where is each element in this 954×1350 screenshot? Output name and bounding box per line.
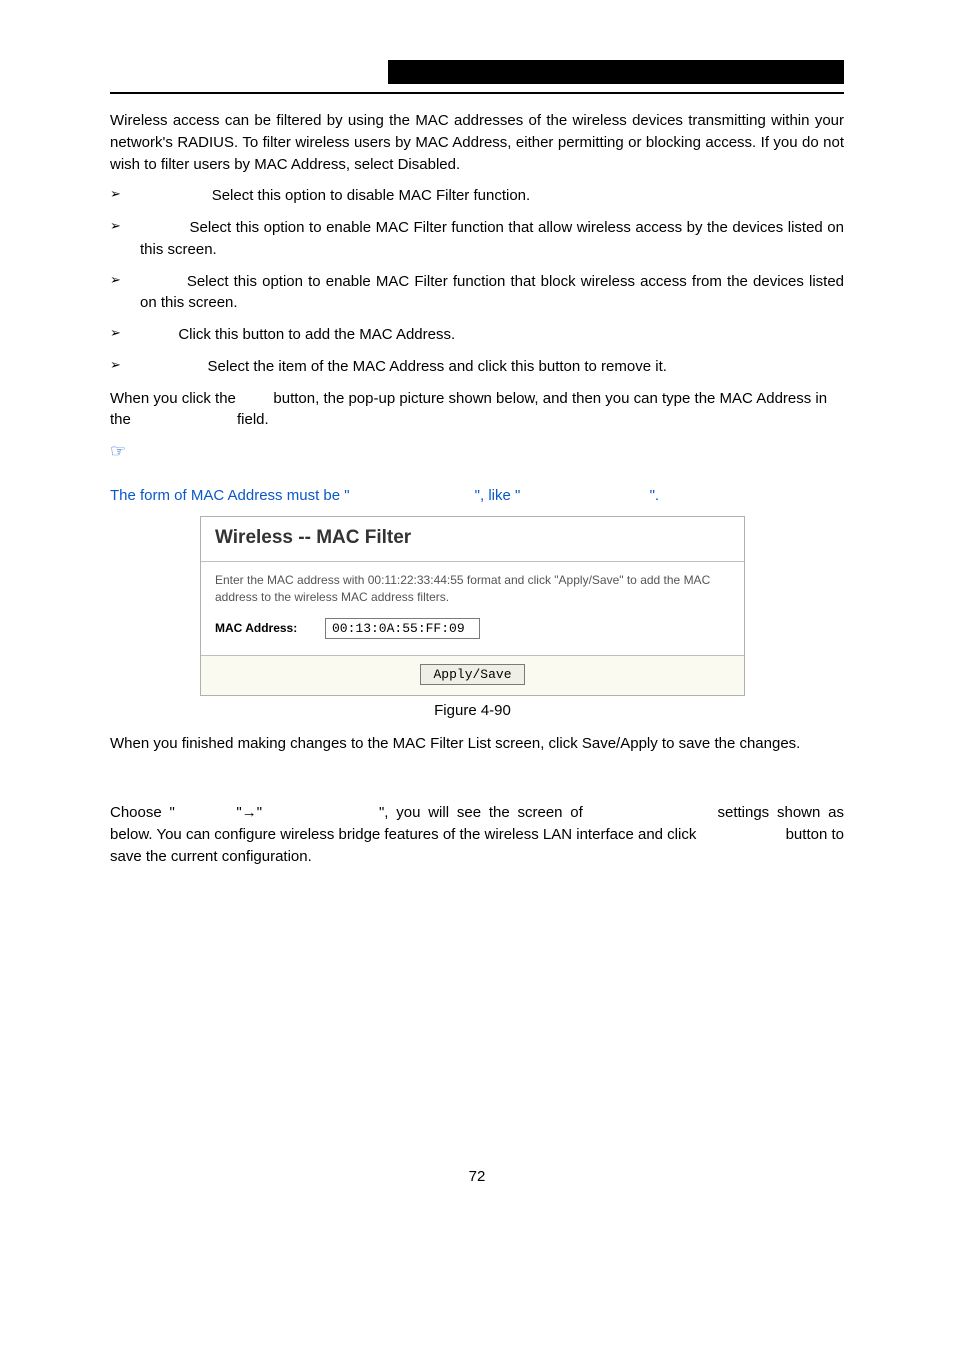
bullet-label: Remove: (140, 358, 208, 375)
figure-title: Wireless -- MAC Filter (215, 527, 730, 549)
bullet-text: Select the item of the MAC Address and c… (208, 358, 667, 375)
figure-wrap: Wireless -- MAC Filter Enter the MAC add… (200, 516, 745, 719)
bullet-deny: ➢ Deny: Select this option to enable MAC… (110, 271, 844, 315)
hand-point-icon: ☞ (110, 441, 844, 462)
bullet-text: Select this option to disable MAC Filter… (212, 187, 531, 204)
bullet-add: ➢ Add: Click this button to add the MAC … (110, 324, 844, 346)
figure-rule (201, 561, 744, 562)
header-rule (110, 92, 844, 94)
mac-address-label: MAC Address: (215, 621, 325, 635)
bullet-allow: ➢ Allow: Select this option to enable MA… (110, 217, 844, 261)
figure-caption: Figure 4-90 (200, 702, 745, 719)
chevron-right-icon: ➢ (110, 185, 140, 207)
bullet-list: ➢ Disabled: Select this option to disabl… (110, 185, 844, 377)
chevron-right-icon: ➢ (110, 356, 140, 378)
after-figure-paragraph: When you finished making changes to the … (110, 733, 844, 755)
chevron-right-icon: ➢ (110, 324, 140, 346)
figure-instructions: Enter the MAC address with 00:11:22:33:4… (201, 572, 744, 618)
bullet-label: Deny: (140, 273, 187, 290)
when-click-paragraph: When you click the Add button, the pop-u… (110, 388, 844, 432)
bullet-text: Click this button to add the MAC Address… (178, 326, 455, 343)
bullet-text: Select this option to enable MAC Filter … (140, 273, 844, 312)
bullet-label: Disabled: (140, 187, 212, 204)
bullet-text: Select this option to enable MAC Filter … (140, 219, 844, 258)
bridge-paragraph: Choose "Wireless"→"Wireless Bridge", you… (110, 802, 844, 867)
mac-address-input[interactable] (325, 618, 480, 639)
note-text: The form of MAC Address must be "xx:xx:x… (110, 487, 844, 504)
chevron-right-icon: ➢ (110, 271, 140, 315)
bullet-remove: ➢ Remove: Select the item of the MAC Add… (110, 356, 844, 378)
bullet-label: Allow: (140, 219, 190, 236)
bullet-disabled: ➢ Disabled: Select this option to disabl… (110, 185, 844, 207)
note-label: Note: (110, 464, 844, 481)
page-number: 72 (110, 1168, 844, 1185)
apply-save-button[interactable]: Apply/Save (420, 664, 524, 685)
bullet-label: Add: (140, 326, 178, 343)
chevron-right-icon: ➢ (110, 217, 140, 261)
arrow-right-icon: → (242, 804, 257, 821)
intro-paragraph: Wireless access can be filtered by using… (110, 110, 844, 175)
section-heading: 4.5.4 Wireless Bridge (110, 774, 844, 792)
header-black-bar (388, 60, 844, 84)
figure-box: Wireless -- MAC Filter Enter the MAC add… (200, 516, 745, 696)
